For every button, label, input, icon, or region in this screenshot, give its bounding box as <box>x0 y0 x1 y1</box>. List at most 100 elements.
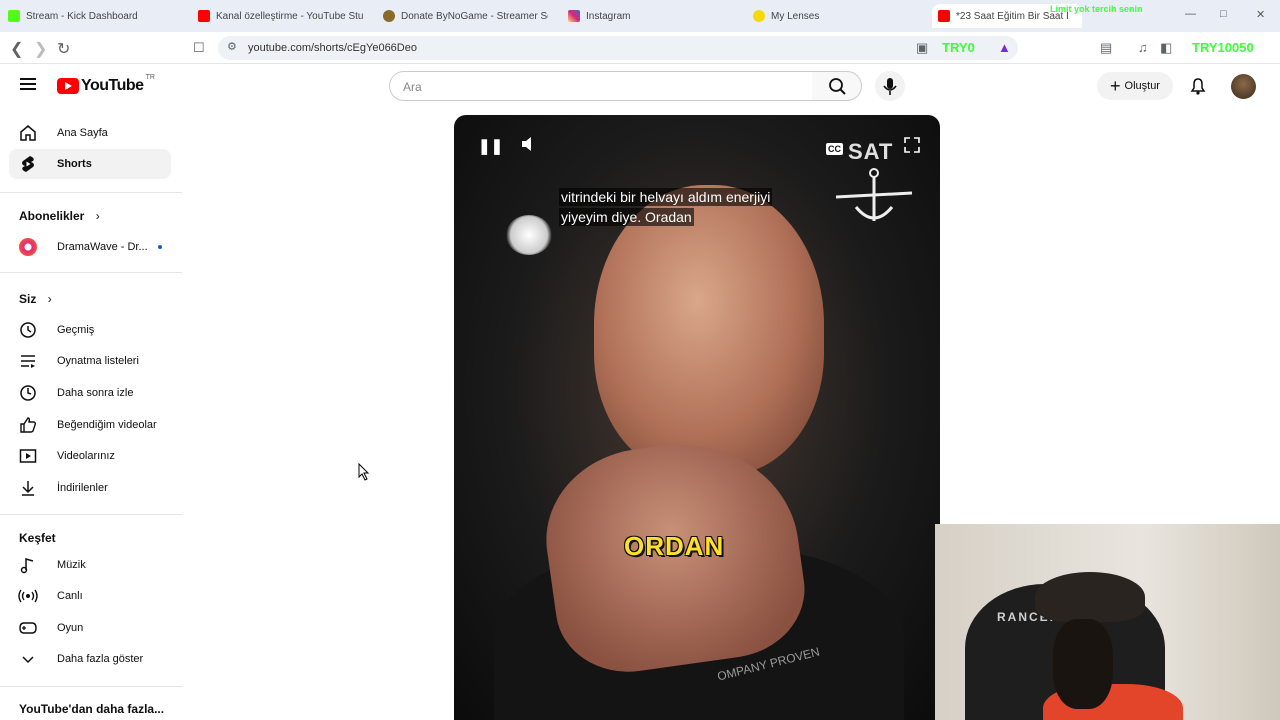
music-control-icon[interactable]: ♫ <box>1138 40 1148 55</box>
fullscreen-icon[interactable] <box>904 137 920 158</box>
voice-search-button[interactable] <box>875 71 905 101</box>
video-frame-face <box>594 185 824 475</box>
minimize-icon[interactable]: — <box>1185 8 1196 20</box>
new-content-dot <box>157 245 162 249</box>
tab-title: My Lenses <box>771 10 820 22</box>
search-icon <box>829 78 846 95</box>
heading-text: Keşfet <box>19 531 56 545</box>
sidebar-item-label: Shorts <box>57 158 92 170</box>
playlist-icon <box>18 351 38 371</box>
sidebar-item-your-videos[interactable]: Videolarınız <box>9 441 171 471</box>
you-heading[interactable]: Siz › <box>19 292 52 306</box>
home-icon <box>18 123 38 143</box>
heading-text: Abonelikler <box>19 209 85 223</box>
subscriptions-heading[interactable]: Abonelikler › <box>19 209 100 223</box>
chevron-down-icon <box>18 649 38 669</box>
bynogame-icon <box>383 10 395 22</box>
cast-icon[interactable]: ▣ <box>916 40 928 56</box>
sidebar-item-label: Daha sonra izle <box>57 387 134 399</box>
stream-overlay-text: Limit yok tercih senin <box>1050 4 1143 14</box>
download-icon <box>18 478 38 498</box>
sidebar-item-label: DramaWave - Dr... <box>57 241 148 253</box>
bell-icon <box>1190 78 1206 95</box>
thumbs-up-icon <box>18 415 38 435</box>
logo-text: YouTube <box>81 77 144 94</box>
overlay-price-left: TRY0 <box>942 40 975 55</box>
sidebar-item-gaming[interactable]: Oyun <box>9 613 171 643</box>
video-subtitle: vitrindeki bir helvayı aldım enerjiyi yi… <box>559 187 773 227</box>
youtube-logo[interactable]: YouTube TR <box>57 74 155 95</box>
search-input[interactable]: Ara <box>389 71 813 101</box>
extensions-icon[interactable]: ▤ <box>1100 40 1112 56</box>
lens-icon <box>753 10 765 22</box>
browser-tab[interactable]: Donate ByNoGame - Streamer Sett <box>383 4 548 28</box>
tab-title: Instagram <box>586 10 631 22</box>
sidebar-item-subscription[interactable]: DramaWave - Dr... <box>9 232 171 262</box>
sidebar-item-shorts[interactable]: Shorts <box>9 149 171 179</box>
mouse-cursor-icon <box>358 463 370 481</box>
browser-tab[interactable]: Instagram <box>568 4 733 28</box>
proton-icon[interactable]: ▲ <box>998 40 1011 55</box>
address-bar-row: ❮ ❯ ↻ ☐ ⚙ youtube.com/shorts/cEgYe066Deo… <box>0 32 1280 64</box>
subtitle-line: yiyeyim diye. Oradan <box>559 208 694 226</box>
browser-tab[interactable]: My Lenses <box>753 4 918 28</box>
video-brand-watermark: SAT <box>848 139 894 164</box>
cowboy-hat <box>1035 572 1145 622</box>
maximize-icon[interactable]: □ <box>1220 8 1227 20</box>
history-icon <box>18 320 38 340</box>
account-avatar[interactable] <box>1231 74 1256 99</box>
dog-face-filter <box>1053 619 1113 709</box>
gaming-icon <box>18 618 38 638</box>
url-field[interactable]: ⚙ youtube.com/shorts/cEgYe066Deo <box>218 36 1018 60</box>
close-icon[interactable]: ✕ <box>1256 8 1265 21</box>
chevron-right-icon: › <box>47 292 52 306</box>
sidebar-item-liked-videos[interactable]: Beğendiğim videolar <box>9 410 171 440</box>
sidebar-item-playlists[interactable]: Oynatma listeleri <box>9 346 171 376</box>
youtube-header: YouTube TR Ara + Oluştur <box>0 64 1280 108</box>
sidebar-item-label: Geçmiş <box>57 324 95 336</box>
shorts-icon <box>18 154 38 174</box>
sidebar-item-live[interactable]: Canlı <box>9 581 171 611</box>
create-button[interactable]: + Oluştur <box>1097 72 1173 100</box>
search-button[interactable] <box>812 71 862 101</box>
sidebar-item-downloads[interactable]: İndirilenler <box>9 473 171 503</box>
divider <box>0 686 182 687</box>
video-frame-light <box>506 215 552 255</box>
bookmark-icon[interactable]: ☐ <box>193 40 205 56</box>
chevron-right-icon: › <box>95 209 100 223</box>
kick-icon <box>8 10 20 22</box>
your-videos-icon <box>18 446 38 466</box>
captions-button[interactable]: CC <box>826 139 843 157</box>
back-icon[interactable]: ❮ <box>10 39 23 59</box>
site-info-icon[interactable]: ⚙ <box>227 40 237 53</box>
sidebar-item-watch-later[interactable]: Daha sonra izle <box>9 378 171 408</box>
plus-icon: + <box>1110 76 1121 96</box>
heading-text: YouTube'dan daha fazla... <box>19 702 165 716</box>
reload-icon[interactable]: ↻ <box>57 39 70 59</box>
webcam-overlay: RANCER <box>935 524 1280 720</box>
sidebar-item-show-more[interactable]: Daha fazla göster <box>9 644 171 674</box>
youtube-icon <box>198 10 210 22</box>
sidebar-item-music[interactable]: Müzik <box>9 550 171 580</box>
notifications-button[interactable] <box>1188 76 1208 101</box>
sidebar-toggle-icon[interactable]: ◧ <box>1160 40 1172 56</box>
forward-icon[interactable]: ❯ <box>34 39 47 59</box>
sidebar-item-history[interactable]: Geçmiş <box>9 315 171 345</box>
tab-title: Stream - Kick Dashboard <box>26 10 138 22</box>
divider <box>0 192 182 193</box>
volume-icon[interactable] <box>520 135 538 158</box>
pause-icon[interactable]: ❚❚ <box>478 137 503 155</box>
microphone-icon <box>883 78 897 95</box>
browser-tab[interactable]: Kanal özelleştirme - YouTube Studi <box>198 4 363 28</box>
sidebar-item-label: İndirilenler <box>57 482 108 494</box>
sidebar-item-label: Oynatma listeleri <box>57 355 139 367</box>
country-code: TR <box>145 74 155 81</box>
heading-text: Siz <box>19 292 37 306</box>
sidebar-item-home[interactable]: Ana Sayfa <box>9 118 171 148</box>
clock-icon <box>18 383 38 403</box>
youtube-play-icon <box>57 78 79 94</box>
browser-tab[interactable]: Stream - Kick Dashboard <box>8 4 188 28</box>
shorts-video-player[interactable]: vitrindeki bir helvayı aldım enerjiyi yi… <box>454 115 940 720</box>
menu-icon[interactable] <box>20 78 36 90</box>
search-placeholder: Ara <box>403 80 422 94</box>
